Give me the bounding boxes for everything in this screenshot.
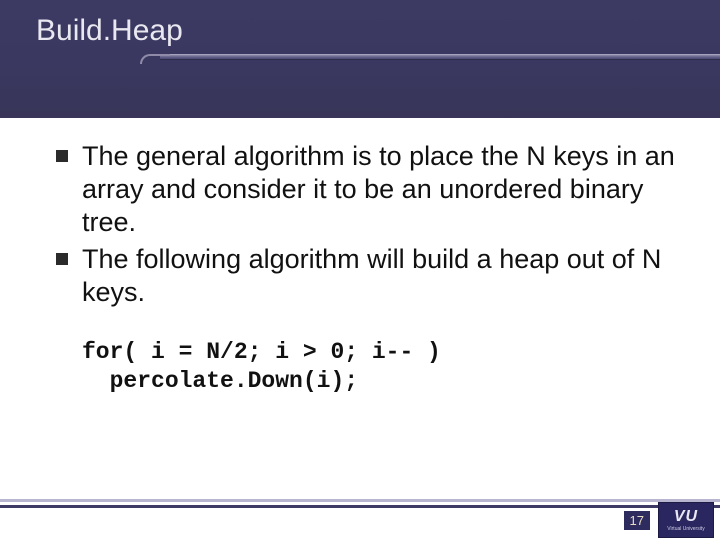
slide-title: Build.Heap (36, 14, 183, 48)
bullet-marker-icon (56, 150, 68, 162)
header-divider-curve (140, 54, 170, 64)
bullet-item: The following algorithm will build a hea… (56, 243, 680, 309)
logo-subtext: Virtual University (667, 527, 704, 532)
code-line: percolate.Down(i); (82, 368, 358, 394)
bullet-text: The following algorithm will build a hea… (82, 243, 680, 309)
code-block: for( i = N/2; i > 0; i-- ) percolate.Dow… (82, 338, 441, 396)
vu-logo: VU Virtual University (658, 502, 714, 538)
slide: Build.Heap The general algorithm is to p… (0, 0, 720, 540)
page-number: 17 (624, 511, 650, 530)
bullet-item: The general algorithm is to place the N … (56, 140, 680, 239)
footer-rule-light (0, 499, 720, 502)
bullet-text: The general algorithm is to place the N … (82, 140, 680, 239)
footer: 17 VU Virtual University (0, 496, 720, 540)
header-bar: Build.Heap (0, 0, 720, 118)
footer-rule-dark (0, 505, 720, 508)
code-line: for( i = N/2; i > 0; i-- ) (82, 339, 441, 365)
bullet-marker-icon (56, 253, 68, 265)
logo-text: VU (674, 509, 698, 525)
content-area: The general algorithm is to place the N … (56, 140, 680, 313)
header-divider (160, 54, 720, 60)
